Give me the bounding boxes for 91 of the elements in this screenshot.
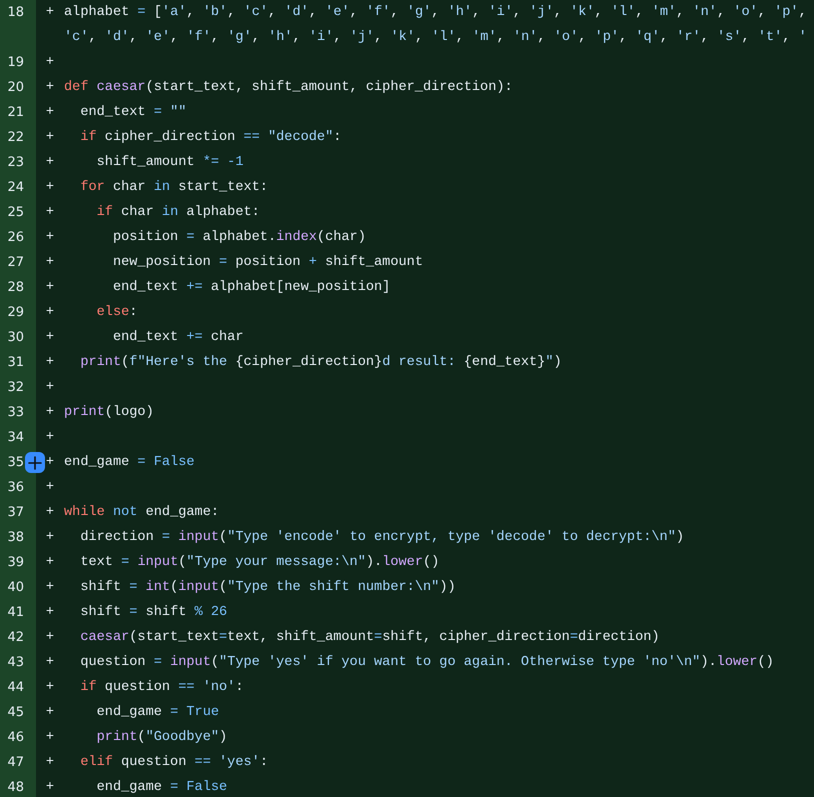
line-number: 27 [7,254,24,272]
added-sign: + [44,479,56,497]
line-number: 47 [7,754,24,772]
line-number: 20 [7,79,24,97]
code-line: alphabet = ['a', 'b', 'c', 'd', 'e', 'f', 'g', 'h', 'i', 'j', 'k', 'l', 'm', 'n', 'o', 'p', [64,4,807,22]
added-sign: + [44,529,56,547]
code-line: else: [96,304,138,322]
line-number: 33 [7,404,24,422]
code-line: question = input("Type 'yes' if you want to go again. Otherwise type 'no'\n").lower() [79,654,774,672]
line-number: 34 [7,429,24,447]
added-sign: + [44,729,56,747]
line-number: 36 [7,479,24,497]
code-line: direction = input("Type 'encode' to encrypt, type 'decode' to decrypt:\n") [79,529,684,547]
added-sign: + [44,504,56,522]
added-sign: + [44,679,56,697]
code-line: print(logo) [64,404,154,422]
added-sign: + [44,604,56,622]
line-number: 48 [7,779,24,797]
added-sign: + [44,704,56,722]
added-sign: + [44,79,56,97]
added-sign: + [44,54,56,72]
line-number: 23 [7,154,24,172]
code-line: end_game = True [96,704,220,722]
line-number: 19 [7,54,24,72]
code-line: if char in alphabet: [96,204,260,222]
code-line: position = alphabet.index(char) [112,229,366,247]
added-sign: + [44,404,56,422]
added-sign: + [44,254,56,272]
code-line: end_text += alphabet[new_position] [112,279,390,297]
line-number: 43 [7,654,24,672]
code-line: end_game = False [96,779,228,797]
added-sign: + [44,4,56,22]
code-line: 'c', 'd', 'e', 'f', 'g', 'h', 'i', 'j', 'k', 'l', 'm', 'n', 'o', 'p', 'q', 'r', 's', 't', ' [63,29,807,47]
code-line: end_game = False [64,454,195,472]
line-number: 42 [7,629,24,647]
line-number: 41 [7,604,24,622]
code-line: while not end_game: [64,504,220,522]
added-sign: + [44,354,56,372]
added-sign: + [44,179,56,197]
added-sign: + [44,579,56,597]
code-line: print(f"Here's the {cipher_direction}d result: {end_text}") [79,354,562,372]
code-line: end_text = "" [79,104,186,122]
added-sign: + [44,304,56,322]
added-sign: + [44,129,56,147]
line-number: 30 [7,329,24,347]
added-sign: + [44,454,56,472]
code-line: shift = int(input("Type the shift number:\n")) [79,579,456,597]
code-line: elif question == 'yes': [79,754,268,772]
added-sign: + [44,229,56,247]
code-line: end_text += char [112,329,244,347]
line-number: 39 [7,554,24,572]
line-number: 44 [7,679,24,697]
line-number: 21 [7,104,24,122]
line-number: 46 [7,729,24,747]
added-sign: + [44,429,56,447]
code-line: if cipher_direction == "decode": [79,129,342,147]
add-comment-button[interactable] [25,452,45,473]
added-sign: + [44,654,56,672]
code-line: shift_amount *= -1 [96,154,244,172]
line-number: 31 [7,354,24,372]
code-line: print("Goodbye") [96,729,228,747]
added-sign: + [44,754,56,772]
code-line: shift = shift % 26 [79,604,228,622]
code-line: if question == 'no': [79,679,244,697]
code-line: for char in start_text: [79,179,268,197]
added-sign: + [44,279,56,297]
added-sign: + [44,104,56,122]
code-line: text = input("Type your message:\n").lower() [79,554,440,572]
added-sign: + [44,329,56,347]
code-line: new_position = position + shift_amount [112,254,423,272]
line-number: 26 [7,229,24,247]
added-sign: + [44,204,56,222]
line-number: 29 [7,304,24,322]
added-sign: + [44,629,56,647]
line-number: 28 [7,279,24,297]
code-line: def caesar(start_text, shift_amount, cipher_direction): [64,79,513,97]
line-number: 45 [7,704,24,722]
code-line: caesar(start_text=text, shift_amount=shift, cipher_direction=direction) [79,629,660,647]
line-number: 18 [7,4,24,22]
added-sign: + [44,379,56,397]
added-sign: + [44,154,56,172]
line-number: 40 [7,579,24,597]
line-number: 32 [7,379,24,397]
added-sign: + [44,554,56,572]
line-number: 35 [7,454,24,472]
line-number: 25 [7,204,24,222]
line-number: 37 [7,504,24,522]
line-number: 38 [7,529,24,547]
line-number: 24 [7,179,24,197]
added-sign: + [44,779,56,797]
line-number: 22 [7,129,24,147]
